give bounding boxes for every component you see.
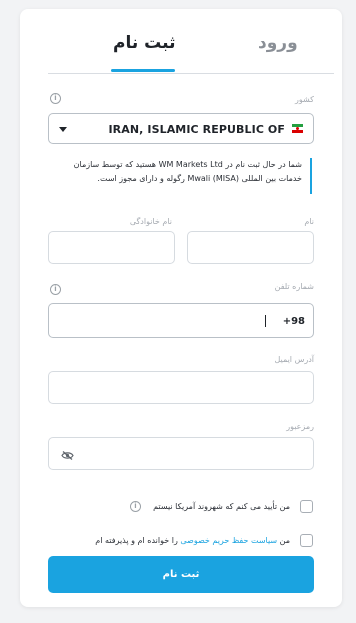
phone-info-icon[interactable]: i: [50, 284, 61, 295]
first-name-input[interactable]: [187, 231, 314, 264]
country-select[interactable]: IRAN, ISLAMIC REPUBLIC OF: [48, 113, 314, 144]
eye-off-icon[interactable]: [61, 451, 74, 460]
caret-down-icon: [59, 127, 67, 132]
regulation-notice: شما در حال ثبت نام در WM Markets Ltd هست…: [48, 158, 312, 194]
first-name-label: نام: [304, 217, 314, 226]
phone-label: شماره تلفن: [274, 282, 314, 291]
privacy-prefix: من: [277, 536, 290, 545]
us-citizen-checkbox[interactable]: [300, 500, 313, 513]
password-label: رمزعبور: [286, 422, 314, 431]
privacy-suffix: را خوانده ام و پذیرفته ام: [95, 536, 181, 545]
privacy-checkbox[interactable]: [300, 534, 313, 547]
us-citizen-info-icon[interactable]: i: [130, 501, 141, 512]
auth-tabs: ورود ثبت نام: [48, 9, 334, 74]
email-input[interactable]: [48, 371, 314, 404]
password-input[interactable]: [48, 437, 314, 470]
text-cursor: [265, 315, 266, 327]
tab-login[interactable]: ورود: [258, 33, 298, 53]
country-value: IRAN, ISLAMIC REPUBLIC OF: [108, 123, 285, 136]
registration-card: ورود ثبت نام i کشور IRAN, ISLAMIC REPUBL…: [20, 9, 342, 607]
last-name-label: نام خانوادگی: [129, 217, 172, 226]
iran-flag-icon: [292, 124, 303, 133]
privacy-label: من سیاست حفظ حریم خصوصی را خوانده ام و پ…: [95, 536, 290, 545]
register-button[interactable]: ثبت نام: [48, 556, 314, 593]
email-label: آدرس ایمیل: [274, 355, 314, 364]
country-label: کشور: [295, 95, 314, 104]
tab-register[interactable]: ثبت نام: [113, 33, 175, 53]
country-info-icon[interactable]: i: [50, 93, 61, 104]
phone-country-code: +98: [282, 316, 305, 327]
active-tab-indicator: [111, 69, 175, 72]
phone-input[interactable]: +98: [48, 303, 314, 338]
us-citizen-label: من تأیید می کنم که شهروند آمریکا نیستم: [153, 502, 290, 511]
privacy-policy-link[interactable]: سیاست حفظ حریم خصوصی: [180, 536, 277, 545]
last-name-input[interactable]: [48, 231, 175, 264]
